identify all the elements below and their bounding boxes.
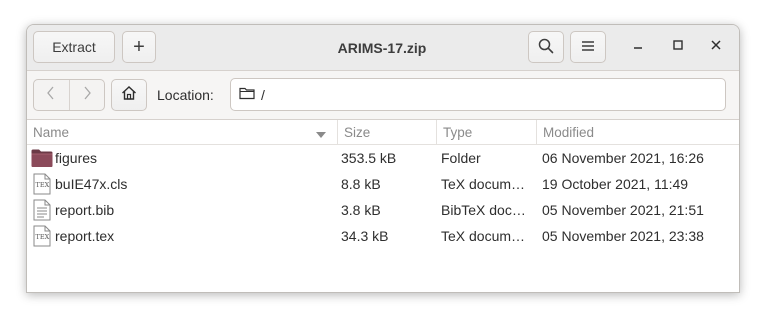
file-type: TeX docum… xyxy=(441,176,526,192)
hamburger-menu-icon xyxy=(581,39,595,55)
menu-button[interactable] xyxy=(570,31,606,63)
file-type: TeX docum… xyxy=(441,228,526,244)
search-icon xyxy=(538,38,554,57)
table-row[interactable]: report.bib 3.8 kB BibTeX doc… 05 Novembe… xyxy=(27,197,739,223)
tex-file-icon: TEX xyxy=(31,173,53,195)
minimize-icon xyxy=(632,38,644,56)
table-row[interactable]: TEX report.tex 34.3 kB TeX docum… 05 Nov… xyxy=(27,223,739,249)
tex-file-icon: TEX xyxy=(31,225,53,247)
table-row[interactable]: figures 353.5 kB Folder 06 November 2021… xyxy=(27,145,739,171)
column-header-name[interactable]: Name xyxy=(27,120,337,144)
file-name: report.bib xyxy=(55,202,115,218)
file-modified: 05 November 2021, 21:51 xyxy=(542,202,704,218)
header-bar: Extract + ARIMS-17.zip xyxy=(27,25,739,71)
close-icon xyxy=(710,38,722,56)
home-icon xyxy=(121,85,137,106)
file-modified: 06 November 2021, 16:26 xyxy=(542,150,704,166)
file-type: BibTeX doc… xyxy=(441,202,526,218)
extract-button[interactable]: Extract xyxy=(33,31,115,63)
file-name-cell: TEX report.tex xyxy=(31,223,337,249)
file-name: figures xyxy=(55,150,98,166)
column-name-label: Name xyxy=(33,124,70,140)
location-field[interactable]: / xyxy=(230,78,726,111)
plus-icon: + xyxy=(133,35,145,58)
file-size: 353.5 kB xyxy=(341,150,397,166)
svg-text:TEX: TEX xyxy=(36,181,50,189)
file-name-cell: figures xyxy=(31,145,337,171)
file-name: report.tex xyxy=(55,228,115,244)
add-files-button[interactable]: + xyxy=(122,31,156,63)
text-file-icon xyxy=(31,199,53,221)
folder-icon xyxy=(31,147,53,169)
file-modified: 19 October 2021, 11:49 xyxy=(542,176,689,192)
file-name-cell: TEX buIE47x.cls xyxy=(31,171,337,197)
file-name-cell: report.bib xyxy=(31,197,337,223)
chevron-right-icon xyxy=(82,85,92,106)
navigation-buttons xyxy=(33,79,105,111)
column-header-size[interactable]: Size xyxy=(337,120,436,144)
table-row[interactable]: TEX buIE47x.cls 8.8 kB TeX docum… 19 Oct… xyxy=(27,171,739,197)
window-title: ARIMS-17.zip xyxy=(337,39,427,56)
file-list: Name Size Type Modified figures 353.5 kB… xyxy=(27,120,739,249)
forward-button[interactable] xyxy=(68,80,105,110)
column-header-type[interactable]: Type xyxy=(436,120,536,144)
home-button[interactable] xyxy=(111,79,147,111)
table-header: Name Size Type Modified xyxy=(27,120,739,145)
archive-manager-window: Extract + ARIMS-17.zip Location: / Name … xyxy=(26,24,740,293)
folder-outline-icon xyxy=(239,86,261,103)
file-size: 3.8 kB xyxy=(341,202,381,218)
close-button[interactable] xyxy=(702,33,730,61)
file-modified: 05 November 2021, 23:38 xyxy=(542,228,704,244)
minimize-button[interactable] xyxy=(624,33,652,61)
column-modified-label: Modified xyxy=(543,124,595,140)
maximize-icon xyxy=(672,38,684,56)
file-size: 8.8 kB xyxy=(341,176,381,192)
maximize-button[interactable] xyxy=(664,33,692,61)
location-label: Location: xyxy=(157,87,214,103)
back-button[interactable] xyxy=(34,80,69,110)
file-type: Folder xyxy=(441,150,481,166)
location-path: / xyxy=(261,86,265,103)
column-header-modified[interactable]: Modified xyxy=(536,120,739,144)
search-button[interactable] xyxy=(528,31,564,63)
file-size: 34.3 kB xyxy=(341,228,389,244)
column-size-label: Size xyxy=(344,124,371,140)
svg-text:TEX: TEX xyxy=(36,233,50,241)
sort-descending-icon xyxy=(316,128,326,143)
column-type-label: Type xyxy=(443,124,473,140)
location-bar: Location: / xyxy=(27,71,739,120)
file-name: buIE47x.cls xyxy=(55,176,128,192)
extract-button-label: Extract xyxy=(52,39,96,55)
chevron-left-icon xyxy=(46,85,56,106)
